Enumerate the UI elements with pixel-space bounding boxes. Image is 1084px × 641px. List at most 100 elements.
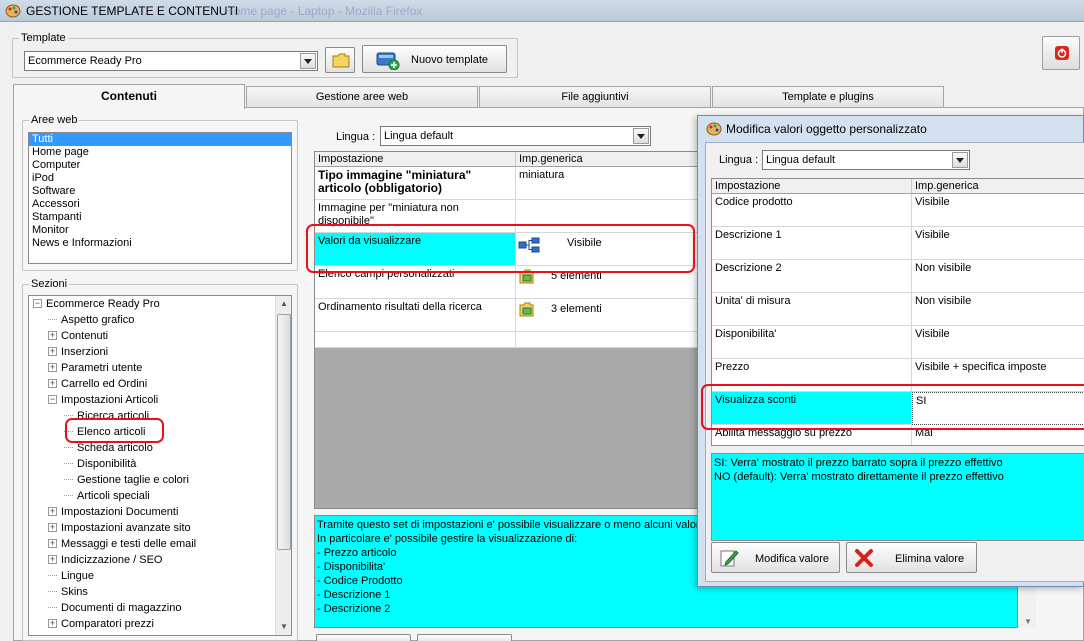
tree-node[interactable]: Ricerca articoli xyxy=(64,408,149,424)
scroll-down-icon[interactable]: ▼ xyxy=(1024,617,1032,626)
dialog-settings-grid[interactable]: Impostazione Imp.generica Codice prodott… xyxy=(711,178,1084,446)
tree-node[interactable]: Lingue xyxy=(48,568,94,584)
open-folder-button[interactable] xyxy=(325,47,355,73)
table-cell-setting[interactable]: Descrizione 1 xyxy=(712,227,912,260)
tree-node[interactable]: Disponibilità xyxy=(64,456,136,472)
sezioni-scrollbar[interactable]: ▲ ▼ xyxy=(275,296,291,635)
tree-node[interactable]: + Inserzioni xyxy=(48,344,108,360)
table-cell-setting[interactable]: Descrizione 2 xyxy=(712,260,912,293)
expand-icon[interactable]: + xyxy=(48,523,57,532)
tree-node[interactable]: + Parametri utente xyxy=(48,360,142,376)
table-cell-value[interactable]: Visibile xyxy=(912,326,1084,359)
expand-icon[interactable]: + xyxy=(48,619,57,628)
expand-icon[interactable]: + xyxy=(48,555,57,564)
table-cell-setting[interactable]: Abilita messaggio su prezzo xyxy=(712,425,912,445)
scroll-thumb[interactable] xyxy=(277,314,291,550)
tree-node[interactable]: + Comparatori prezzi xyxy=(48,616,154,632)
tab-gestione-aree-web[interactable]: Gestione aree web xyxy=(246,86,478,107)
sezioni-tree[interactable]: − Ecommerce Ready Pro Aspetto grafico + Co… xyxy=(28,295,292,636)
template-select[interactable]: Ecommerce Ready Pro xyxy=(24,51,318,71)
table-cell-value[interactable]: Visibile xyxy=(912,194,1084,227)
new-template-button[interactable]: Nuovo template xyxy=(362,45,507,73)
table-cell-value[interactable]: Non visibile xyxy=(912,293,1084,326)
table-cell-setting[interactable]: Disponibilita' xyxy=(712,326,912,359)
table-cell-setting[interactable]: Prezzo xyxy=(712,359,912,392)
modify-value-button[interactable]: Modifica valore xyxy=(711,542,840,573)
delete-value-button[interactable]: Elimina valore xyxy=(846,542,977,573)
tree-node[interactable]: + Indicizzazione / SEO xyxy=(48,552,163,568)
scroll-up-icon[interactable]: ▲ xyxy=(276,296,291,312)
list-item[interactable]: Accessori xyxy=(29,198,291,211)
list-item[interactable]: Monitor xyxy=(29,224,291,237)
tree-node[interactable]: − Impostazioni Articoli xyxy=(48,392,158,408)
table-cell-value[interactable]: 3 elementi xyxy=(516,299,703,332)
tree-node[interactable]: − Ecommerce Ready Pro xyxy=(33,296,160,312)
aree-web-list[interactable]: Tutti Home page Computer iPod Software A… xyxy=(28,132,292,264)
expand-icon[interactable]: + xyxy=(48,363,57,372)
column-header-impostazione[interactable]: Impostazione xyxy=(712,179,912,194)
table-cell-value[interactable] xyxy=(516,200,703,233)
list-item[interactable]: iPod xyxy=(29,172,291,185)
table-cell-setting[interactable]: Unita' di misura xyxy=(712,293,912,326)
expand-icon[interactable]: + xyxy=(48,379,57,388)
tree-node[interactable]: Aspetto grafico xyxy=(48,312,134,328)
tree-node[interactable]: Gestione taglie e colori xyxy=(64,472,189,488)
tab-contenuti[interactable]: Contenuti xyxy=(13,84,245,109)
settings-grid[interactable]: Impostazione Imp.generica Tipo immagine … xyxy=(314,151,704,509)
list-item[interactable]: Stampanti xyxy=(29,211,291,224)
list-item[interactable]: Tutti xyxy=(29,133,291,146)
tab-file-aggiuntivi[interactable]: File aggiuntivi xyxy=(479,86,711,107)
collapse-icon[interactable]: − xyxy=(48,395,57,404)
list-item[interactable]: Computer xyxy=(29,159,291,172)
table-cell-value[interactable]: 5 elementi xyxy=(516,266,703,299)
table-cell-value[interactable]: Mai xyxy=(912,425,1084,445)
column-header-imp-generica[interactable]: Imp.generica xyxy=(516,152,703,167)
column-header-imp-generica[interactable]: Imp.generica xyxy=(912,179,1084,194)
tree-node[interactable]: + Impostazioni avanzate sito xyxy=(48,520,191,536)
table-cell-value[interactable]: Visibile xyxy=(912,227,1084,260)
chevron-down-icon[interactable] xyxy=(633,128,649,144)
table-cell-setting[interactable]: Ordinamento risultati della ricerca xyxy=(315,299,516,332)
chevron-down-icon[interactable] xyxy=(300,53,316,69)
chevron-down-icon[interactable] xyxy=(952,152,968,168)
lingua-select[interactable]: Lingua default xyxy=(380,126,651,146)
table-cell-value[interactable]: Non visibile xyxy=(912,260,1084,293)
expand-icon[interactable]: + xyxy=(48,347,57,356)
table-cell-setting[interactable]: Codice prodotto xyxy=(712,194,912,227)
tree-node[interactable]: Articoli speciali xyxy=(64,488,150,504)
tree-node[interactable]: + Carrello ed Ordini xyxy=(48,376,147,392)
modify-value-label: Modifica valore xyxy=(755,553,829,565)
tree-node[interactable]: + Impostazioni Documenti xyxy=(48,504,178,520)
list-item[interactable]: Home page xyxy=(29,146,291,159)
tree-node[interactable]: + Contenuti xyxy=(48,328,108,344)
list-item[interactable]: News e Informazioni xyxy=(29,237,291,250)
table-cell-value[interactable]: miniatura xyxy=(516,167,703,200)
table-cell-setting[interactable]: Immagine per "miniatura non disponibile" xyxy=(315,200,516,233)
dialog-lingua-select[interactable]: Lingua default xyxy=(762,150,970,170)
collapse-icon[interactable]: − xyxy=(33,299,42,308)
modify-value-button-main[interactable] xyxy=(316,634,411,641)
expand-icon[interactable]: + xyxy=(48,539,57,548)
table-cell-setting[interactable]: Tipo immagine "miniatura" articolo (obbl… xyxy=(315,167,516,200)
table-cell-setting-selected[interactable]: Valori da visualizzare xyxy=(315,233,516,266)
tree-node-elenco-articoli[interactable]: Elenco articoli xyxy=(64,424,145,440)
tab-template-e-plugins[interactable]: Template e plugins xyxy=(712,86,944,107)
table-cell-value[interactable]: Visibile + specifica imposte xyxy=(912,359,1084,392)
column-header-impostazione[interactable]: Impostazione xyxy=(315,152,516,167)
tree-node[interactable]: Skins xyxy=(48,584,88,600)
tree-node[interactable]: + Messaggi e testi delle email xyxy=(48,536,196,552)
table-cell-setting-selected[interactable]: Visualizza sconti xyxy=(712,392,912,425)
list-item[interactable]: Software xyxy=(29,185,291,198)
expand-icon[interactable]: + xyxy=(48,507,57,516)
table-cell-value[interactable]: Visibile xyxy=(516,233,703,266)
table-cell-empty[interactable] xyxy=(516,332,703,348)
exit-button[interactable] xyxy=(1042,36,1080,70)
table-cell-empty[interactable] xyxy=(315,332,516,348)
table-cell-value-editing[interactable]: SI xyxy=(912,392,1084,425)
delete-value-button-main[interactable] xyxy=(417,634,512,641)
tree-node[interactable]: Scheda articolo xyxy=(64,440,153,456)
scroll-down-icon[interactable]: ▼ xyxy=(276,619,291,635)
expand-icon[interactable]: + xyxy=(48,331,57,340)
table-cell-setting[interactable]: Elenco campi personalizzati xyxy=(315,266,516,299)
tree-node[interactable]: Documenti di magazzino xyxy=(48,600,181,616)
